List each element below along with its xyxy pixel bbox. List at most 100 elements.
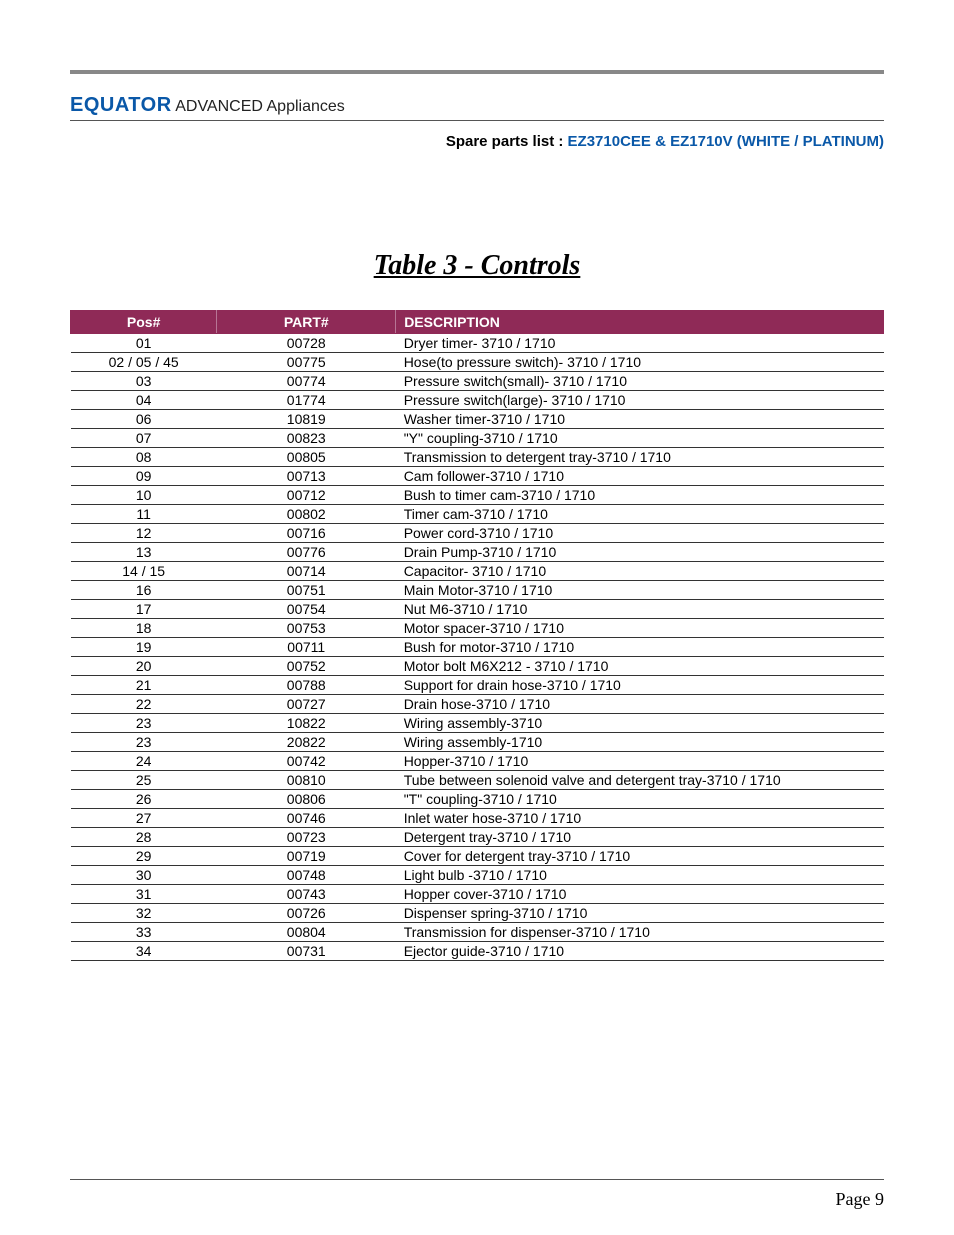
cell-part: 00774 (217, 372, 396, 391)
cell-part: 00752 (217, 657, 396, 676)
table-row: 2400742Hopper-3710 / 1710 (71, 752, 884, 771)
spare-models: EZ3710CEE & EZ1710V (WHITE / PLATINUM) (568, 133, 884, 150)
cell-desc: Wiring assembly-1710 (396, 733, 884, 752)
cell-pos: 07 (71, 429, 217, 448)
table-row: 3000748Light bulb -3710 / 1710 (71, 866, 884, 885)
brand-suffix: ADVANCED Appliances (172, 98, 345, 115)
cell-part: 00775 (217, 353, 396, 372)
header-part: PART# (217, 311, 396, 334)
cell-pos: 28 (71, 828, 217, 847)
table-row: 2800723Detergent tray-3710 / 1710 (71, 828, 884, 847)
cell-part: 10822 (217, 714, 396, 733)
cell-desc: Main Motor-3710 / 1710 (396, 581, 884, 600)
table-row: 1800753Motor spacer-3710 / 1710 (71, 619, 884, 638)
cell-pos: 09 (71, 467, 217, 486)
cell-part: 00713 (217, 467, 396, 486)
table-title: Table 3 - Controls (70, 250, 884, 282)
footer-rule (70, 1179, 884, 1180)
spare-parts-line: Spare parts list : EZ3710CEE & EZ1710V (… (70, 133, 884, 150)
table-row: 0610819Washer timer-3710 / 1710 (71, 410, 884, 429)
table-row: 2600806"T" coupling-3710 / 1710 (71, 790, 884, 809)
table-row: 1700754Nut M6-3710 / 1710 (71, 600, 884, 619)
cell-desc: Motor spacer-3710 / 1710 (396, 619, 884, 638)
cell-desc: Support for drain hose-3710 / 1710 (396, 676, 884, 695)
cell-part: 00719 (217, 847, 396, 866)
table-row: 3400731Ejector guide-3710 / 1710 (71, 942, 884, 961)
cell-pos: 21 (71, 676, 217, 695)
cell-part: 00726 (217, 904, 396, 923)
cell-part: 01774 (217, 391, 396, 410)
cell-pos: 23 (71, 733, 217, 752)
header-pos: Pos# (71, 311, 217, 334)
cell-pos: 04 (71, 391, 217, 410)
cell-pos: 32 (71, 904, 217, 923)
table-row: 1600751Main Motor-3710 / 1710 (71, 581, 884, 600)
cell-desc: Nut M6-3710 / 1710 (396, 600, 884, 619)
cell-pos: 30 (71, 866, 217, 885)
cell-desc: Pressure switch(small)- 3710 / 1710 (396, 372, 884, 391)
cell-desc: Wiring assembly-3710 (396, 714, 884, 733)
cell-desc: Dryer timer- 3710 / 1710 (396, 334, 884, 353)
cell-part: 00711 (217, 638, 396, 657)
cell-pos: 26 (71, 790, 217, 809)
cell-desc: Bush for motor-3710 / 1710 (396, 638, 884, 657)
table-body: 0100728Dryer timer- 3710 / 171002 / 05 /… (71, 334, 884, 961)
table-row: 2000752Motor bolt M6X212 - 3710 / 1710 (71, 657, 884, 676)
table-row: 3300804Transmission for dispenser-3710 /… (71, 923, 884, 942)
table-row: 2320822Wiring assembly-1710 (71, 733, 884, 752)
cell-part: 00746 (217, 809, 396, 828)
cell-desc: Pressure switch(large)- 3710 / 1710 (396, 391, 884, 410)
cell-pos: 18 (71, 619, 217, 638)
cell-part: 00731 (217, 942, 396, 961)
cell-pos: 03 (71, 372, 217, 391)
cell-desc: Washer timer-3710 / 1710 (396, 410, 884, 429)
table-row: 0300774Pressure switch(small)- 3710 / 17… (71, 372, 884, 391)
table-row: 2100788Support for drain hose-3710 / 171… (71, 676, 884, 695)
cell-desc: Cam follower-3710 / 1710 (396, 467, 884, 486)
cell-part: 00728 (217, 334, 396, 353)
cell-part: 20822 (217, 733, 396, 752)
cell-desc: Capacitor- 3710 / 1710 (396, 562, 884, 581)
table-row: 2900719Cover for detergent tray-3710 / 1… (71, 847, 884, 866)
cell-desc: Transmission for dispenser-3710 / 1710 (396, 923, 884, 942)
cell-desc: Inlet water hose-3710 / 1710 (396, 809, 884, 828)
cell-desc: Cover for detergent tray-3710 / 1710 (396, 847, 884, 866)
cell-desc: Drain hose-3710 / 1710 (396, 695, 884, 714)
cell-pos: 34 (71, 942, 217, 961)
cell-pos: 12 (71, 524, 217, 543)
table-row: 2500810Tube between solenoid valve and d… (71, 771, 884, 790)
table-row: 0100728Dryer timer- 3710 / 1710 (71, 334, 884, 353)
cell-pos: 10 (71, 486, 217, 505)
table-row: 1000712Bush to timer cam-3710 / 1710 (71, 486, 884, 505)
cell-part: 00714 (217, 562, 396, 581)
cell-part: 00751 (217, 581, 396, 600)
cell-pos: 06 (71, 410, 217, 429)
cell-pos: 22 (71, 695, 217, 714)
cell-desc: Drain Pump-3710 / 1710 (396, 543, 884, 562)
cell-pos: 02 / 05 / 45 (71, 353, 217, 372)
cell-pos: 19 (71, 638, 217, 657)
table-row: 0401774Pressure switch(large)- 3710 / 17… (71, 391, 884, 410)
cell-part: 00810 (217, 771, 396, 790)
cell-desc: "T" coupling-3710 / 1710 (396, 790, 884, 809)
cell-part: 00712 (217, 486, 396, 505)
cell-desc: Dispenser spring-3710 / 1710 (396, 904, 884, 923)
brand-name: EQUATOR (70, 94, 172, 116)
cell-part: 00776 (217, 543, 396, 562)
cell-part: 00716 (217, 524, 396, 543)
table-row: 1300776Drain Pump-3710 / 1710 (71, 543, 884, 562)
table-row: 2310822Wiring assembly-3710 (71, 714, 884, 733)
table-row: 0700823"Y" coupling-3710 / 1710 (71, 429, 884, 448)
brand-header: EQUATOR ADVANCED Appliances (70, 94, 884, 121)
cell-desc: Detergent tray-3710 / 1710 (396, 828, 884, 847)
cell-part: 10819 (217, 410, 396, 429)
cell-pos: 01 (71, 334, 217, 353)
table-row: 2700746Inlet water hose-3710 / 1710 (71, 809, 884, 828)
table-row: 1900711Bush for motor-3710 / 1710 (71, 638, 884, 657)
cell-part: 00753 (217, 619, 396, 638)
cell-pos: 25 (71, 771, 217, 790)
top-rule (70, 70, 884, 74)
parts-table: Pos# PART# DESCRIPTION 0100728Dryer time… (70, 310, 884, 961)
cell-part: 00743 (217, 885, 396, 904)
cell-pos: 16 (71, 581, 217, 600)
